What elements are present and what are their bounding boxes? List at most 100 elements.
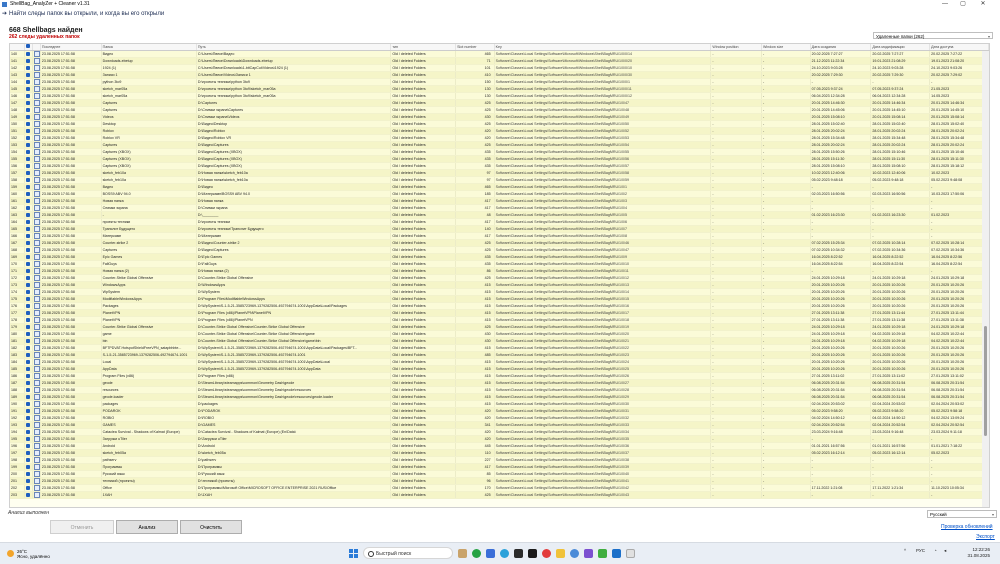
- table-row[interactable]: 188 23.08.2025 17:51:58 resources D:\SteamL…: [10, 386, 989, 394]
- checkbox-checked-icon[interactable]: [25, 380, 30, 385]
- table-row[interactable]: 161 23.08.2025 17:51:58 Новая папка D:\Нова…: [10, 197, 989, 205]
- table-row[interactable]: 197 23.08.2025 17:51:58 sketch_feb05a D:\sk…: [10, 449, 989, 457]
- checkbox-checked-icon[interactable]: [25, 338, 30, 343]
- row-checkbox[interactable]: [24, 239, 33, 247]
- table-row[interactable]: 180 23.08.2025 17:51:58 game D:\Counter-Str…: [10, 330, 989, 338]
- checkbox-checked-icon[interactable]: [25, 156, 30, 161]
- taskbar-search[interactable]: Быстрый поиск: [363, 547, 453, 559]
- row-checkbox[interactable]: [24, 78, 33, 86]
- table-row[interactable]: 158 23.08.2025 17:51:58 sketch_feb10a D:\Но…: [10, 176, 989, 184]
- table-row[interactable]: 163 23.08.2025 17:51:58- D:\________ Old / …: [10, 211, 989, 219]
- table-row[interactable]: 151 23.08.2025 17:51:58 Roblox D:\Видео\Rob…: [10, 127, 989, 135]
- export-link[interactable]: Экспорт: [976, 534, 995, 540]
- row-checkbox[interactable]: [24, 71, 33, 79]
- maximize-button[interactable]: ▢: [958, 0, 968, 9]
- row-checkbox[interactable]: [24, 113, 33, 121]
- folder-icon[interactable]: [556, 549, 565, 558]
- table-row[interactable]: 172 23.08.2025 17:51:58 Counter-Strike Glo…: [10, 274, 989, 282]
- checkbox-checked-icon[interactable]: [25, 163, 30, 168]
- table-row[interactable]: 192 23.08.2025 17:51:58 ROBIO D:\ROBIO Old /…: [10, 414, 989, 422]
- row-checkbox[interactable]: [24, 365, 33, 373]
- checkbox-checked-icon[interactable]: [25, 191, 30, 196]
- checkbox-checked-icon[interactable]: [25, 170, 30, 175]
- row-checkbox[interactable]: [24, 225, 33, 233]
- widget-icon[interactable]: [458, 549, 467, 558]
- checkbox-checked-icon[interactable]: [25, 198, 30, 203]
- table-row[interactable]: 146 23.08.2025 17:51:58 sketch_mar05a D:\пр…: [10, 92, 989, 100]
- row-checkbox[interactable]: [24, 372, 33, 380]
- table-row[interactable]: 144 23.08.2025 17:51:58 python 3to9 D:\прое…: [10, 78, 989, 86]
- vertical-scrollbar[interactable]: [982, 51, 989, 507]
- row-checkbox[interactable]: [24, 190, 33, 198]
- table-row[interactable]: 150 23.08.2025 17:51:58 Desktop D:\Видео\De…: [10, 120, 989, 128]
- shellbags-table[interactable]: Последнее Папка Путь тип Slot number Key Windo…: [9, 43, 990, 508]
- row-checkbox[interactable]: [24, 386, 33, 394]
- checkbox-checked-icon[interactable]: [25, 93, 30, 98]
- table-row[interactable]: 187 23.08.2025 17:51:58 geode D:\SteamLibra…: [10, 379, 989, 387]
- table-row[interactable]: 174 23.08.2025 17:51:58 WpSystem D:\WpSyste…: [10, 288, 989, 296]
- filter-dropdown[interactable]: Удаленные папки (262) ▾: [873, 32, 993, 39]
- table-row[interactable]: 194 23.08.2025 17:51:58 Cataclea Survival …: [10, 428, 989, 436]
- table-row[interactable]: 202 23.08.2025 17:51:58 Office D:\Программы…: [10, 484, 989, 492]
- row-checkbox[interactable]: [24, 120, 33, 128]
- row-checkbox[interactable]: [24, 64, 33, 72]
- checkbox-checked-icon[interactable]: [25, 331, 30, 336]
- checkbox-checked-icon[interactable]: [25, 261, 30, 266]
- table-row[interactable]: 190 23.08.2025 17:51:58 packages D:\package…: [10, 400, 989, 408]
- tray-lang[interactable]: РУС: [916, 548, 925, 553]
- checkbox-checked-icon[interactable]: [25, 142, 30, 147]
- checkbox-checked-icon[interactable]: [25, 415, 30, 420]
- minimize-button[interactable]: —: [940, 0, 950, 9]
- checkbox-checked-icon[interactable]: [25, 72, 30, 77]
- table-row[interactable]: 191 23.08.2025 17:51:58 PODAROK D:\PODAROK O…: [10, 407, 989, 415]
- table-row[interactable]: 152 23.08.2025 17:51:58 Roblox VR D:\Видео\…: [10, 134, 989, 142]
- row-checkbox[interactable]: [24, 162, 33, 170]
- checkbox-checked-icon[interactable]: [25, 233, 30, 238]
- row-checkbox[interactable]: [24, 288, 33, 296]
- row-checkbox[interactable]: [24, 50, 33, 58]
- notepad-icon[interactable]: [626, 549, 635, 558]
- row-checkbox[interactable]: [24, 337, 33, 345]
- table-row[interactable]: 195 23.08.2025 17:51:58 Загрузки uTiler D:\…: [10, 435, 989, 443]
- table-row[interactable]: 159 23.08.2025 17:51:58 Видео D:\Видео Old /…: [10, 183, 989, 191]
- checkbox-checked-icon[interactable]: [25, 422, 30, 427]
- media-icon[interactable]: [542, 549, 551, 558]
- checkbox-checked-icon[interactable]: [25, 79, 30, 84]
- browser-icon[interactable]: [570, 549, 579, 558]
- checkbox-checked-icon[interactable]: [25, 373, 30, 378]
- checkbox-checked-icon[interactable]: [25, 226, 30, 231]
- table-row[interactable]: 171 23.08.2025 17:51:58 Новая папка (2) D:\…: [10, 267, 989, 275]
- table-row[interactable]: 182 23.08.2025 17:51:58 BFTPDVAT.HotspotSh…: [10, 344, 989, 352]
- checkbox-checked-icon[interactable]: [25, 254, 30, 259]
- row-checkbox[interactable]: [24, 309, 33, 317]
- table-row[interactable]: 178 23.08.2025 17:51:58 PlanetVPN D:\Progra…: [10, 316, 989, 324]
- row-checkbox[interactable]: [24, 456, 33, 464]
- table-row[interactable]: 200 23.08.2025 17:51:58 Русский язык D:\Рус…: [10, 470, 989, 478]
- checkbox-checked-icon[interactable]: [25, 359, 30, 364]
- shellbag-app-icon[interactable]: [486, 549, 495, 558]
- table-row[interactable]: 181 23.08.2025 17:51:58 bin D:\Counter-Stri…: [10, 337, 989, 345]
- telegram-icon[interactable]: [500, 549, 509, 558]
- checkbox-checked-icon[interactable]: [25, 219, 30, 224]
- checkbox-checked-icon[interactable]: [25, 401, 30, 406]
- row-checkbox[interactable]: [24, 204, 33, 212]
- row-checkbox[interactable]: [24, 463, 33, 471]
- checkbox-checked-icon[interactable]: [25, 387, 30, 392]
- table-row[interactable]: 157 23.08.2025 17:51:58 sketch_feb10a D:\Но…: [10, 169, 989, 177]
- close-button[interactable]: ✕: [978, 0, 988, 9]
- row-checkbox[interactable]: [24, 351, 33, 359]
- steam-icon[interactable]: [612, 549, 621, 558]
- checkbox-checked-icon[interactable]: [25, 135, 30, 140]
- table-row[interactable]: 201 23.08.2025 17:51:58 техникой (проекты)…: [10, 477, 989, 485]
- row-checkbox[interactable]: [24, 211, 33, 219]
- table-row[interactable]: 160 23.08.2025 17:51:58 BOSS9 ABV 94.0 D:\М…: [10, 190, 989, 198]
- checkbox-checked-icon[interactable]: [25, 51, 30, 56]
- checkbox-checked-icon[interactable]: [25, 310, 30, 315]
- analyze-button[interactable]: Анализ: [116, 520, 178, 534]
- row-checkbox[interactable]: [24, 302, 33, 310]
- row-checkbox[interactable]: [24, 330, 33, 338]
- checkbox-checked-icon[interactable]: [25, 471, 30, 476]
- checkbox-checked-icon[interactable]: [25, 366, 30, 371]
- row-checkbox[interactable]: [24, 358, 33, 366]
- row-checkbox[interactable]: [24, 484, 33, 492]
